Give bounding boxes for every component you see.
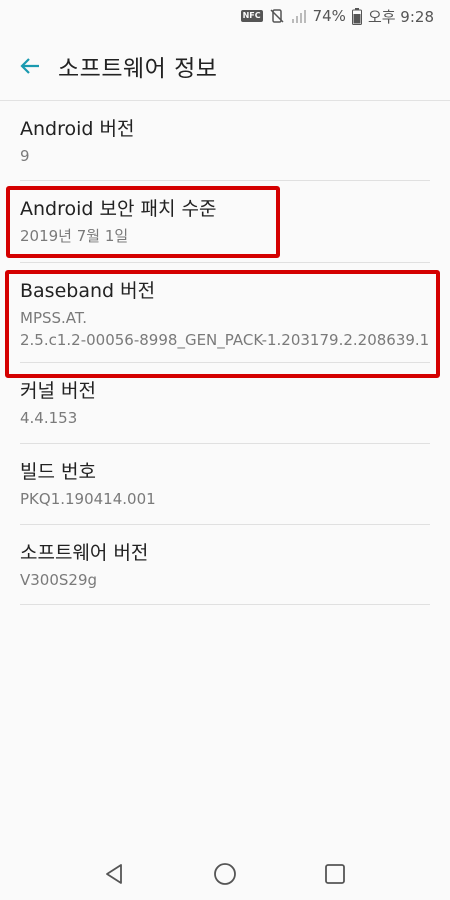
clock: 오후 9:28: [367, 7, 434, 26]
list-item-security-patch[interactable]: Android 보안 패치 수준 2019년 7월 1일: [0, 181, 450, 263]
status-bar: NFC 74% 오후 9:28: [0, 0, 450, 32]
triangle-back-icon: [106, 864, 122, 884]
square-recents-icon: [325, 864, 345, 884]
info-list: Android 버전 9 Android 보안 패치 수준 2019년 7월 1…: [0, 101, 450, 605]
item-title: 소프트웨어 버전: [20, 542, 149, 564]
item-value: PKQ1.190414.001: [20, 490, 156, 508]
nav-home-button[interactable]: [205, 854, 245, 894]
nav-recents-button[interactable]: [315, 854, 355, 894]
item-title: Android 버전: [20, 118, 135, 140]
list-item-android-version[interactable]: Android 버전 9: [0, 101, 450, 181]
list-item-baseband-version[interactable]: Baseband 버전 MPSS.AT. 2.5.c1.2-00056-8998…: [0, 263, 450, 363]
item-value: 4.4.153: [20, 409, 78, 427]
item-value: 9: [20, 147, 30, 165]
navigation-bar: [0, 848, 450, 900]
nfc-icon: NFC: [240, 10, 263, 22]
list-item-kernel-version[interactable]: 커널 버전 4.4.153: [0, 363, 450, 444]
list-item-build-number[interactable]: 빌드 번호 PKQ1.190414.001: [0, 444, 450, 525]
item-title: 빌드 번호: [20, 461, 96, 483]
signal-icon: [291, 8, 307, 24]
vibrate-off-icon: [269, 8, 285, 24]
item-value: 2019년 7월 1일: [20, 227, 129, 245]
battery-icon: [351, 7, 362, 25]
item-title: Android 보안 패치 수준: [20, 198, 217, 220]
arrow-left-icon: [20, 58, 39, 74]
page-title: 소프트웨어 정보: [58, 56, 218, 82]
divider: [20, 604, 430, 605]
app-bar: 소프트웨어 정보: [0, 32, 450, 100]
circle-home-icon: [214, 863, 236, 885]
list-item-software-version[interactable]: 소프트웨어 버전 V300S29g: [0, 525, 450, 605]
item-value: MPSS.AT. 2.5.c1.2-00056-8998_GEN_PACK-1.…: [20, 309, 430, 349]
back-button[interactable]: [2, 38, 58, 94]
item-title: 커널 버전: [20, 380, 96, 402]
item-title: Baseband 버전: [20, 280, 156, 302]
item-value: V300S29g: [20, 571, 98, 589]
battery-percent: 74%: [312, 7, 346, 25]
nav-back-button[interactable]: [95, 854, 135, 894]
